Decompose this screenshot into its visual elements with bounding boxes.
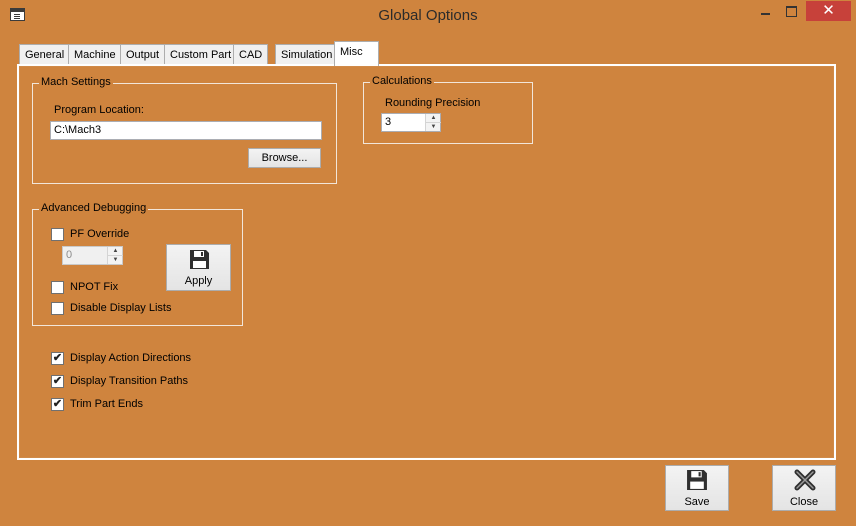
close-button[interactable]: Close bbox=[772, 465, 836, 511]
close-button-label: Close bbox=[789, 496, 819, 508]
tab-misc[interactable]: Misc bbox=[334, 41, 379, 66]
close-x-icon bbox=[794, 469, 816, 491]
window-title: Global Options bbox=[378, 7, 478, 24]
tab-general[interactable]: General bbox=[19, 44, 71, 65]
save-button-label: Save bbox=[684, 496, 710, 508]
minimize-button[interactable] bbox=[752, 1, 778, 21]
tab-custom-part[interactable]: Custom Part bbox=[164, 44, 238, 65]
misc-tab-page bbox=[17, 64, 836, 460]
maximize-button[interactable] bbox=[778, 1, 804, 21]
tab-simulation[interactable]: Simulation bbox=[275, 44, 339, 65]
tab-output[interactable]: Output bbox=[120, 44, 166, 65]
title-bar: Global Options ✕ bbox=[0, 0, 856, 32]
tab-machine[interactable]: Machine bbox=[68, 44, 122, 65]
save-button[interactable]: Save bbox=[665, 465, 729, 511]
global-options-window: Global Options ✕ General Machine Output … bbox=[0, 0, 856, 526]
tab-cad[interactable]: CAD bbox=[233, 44, 269, 65]
floppy-disk-icon bbox=[687, 470, 707, 490]
window-close-button[interactable]: ✕ bbox=[806, 1, 851, 21]
